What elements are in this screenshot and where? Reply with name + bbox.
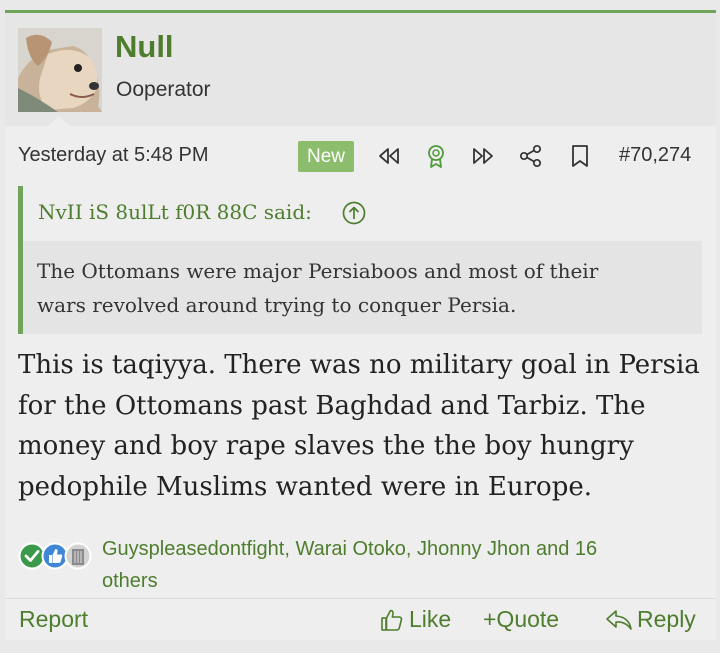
new-badge: New (298, 141, 354, 172)
avatar-notch (47, 116, 71, 127)
user-header: Null Ooperator (5, 13, 716, 127)
username[interactable]: Null (115, 29, 174, 65)
like-label: Like (409, 606, 452, 632)
fast-forward-icon[interactable] (470, 143, 496, 169)
reaction-users[interactable]: Guyspleasedontfight, Warai Otoko, Jhonny… (102, 533, 702, 597)
dog-avatar-icon (18, 28, 102, 112)
reactions-bar: Guyspleasedontfight, Warai Otoko, Jhonny… (17, 533, 707, 593)
like-button[interactable]: Like (379, 606, 451, 633)
message-line: money and boy rape slaves the the boy hu… (18, 431, 634, 461)
post-meta-bar: Yesterday at 5:48 PM New #70,274 (5, 135, 716, 175)
reply-button[interactable]: Reply (605, 606, 696, 633)
rewind-icon[interactable] (376, 143, 402, 169)
quote-body: The Ottomans were major Persiaboos and m… (23, 241, 702, 334)
message-line: pedophile Muslims wanted were in Europe. (18, 471, 592, 502)
reaction-users-line[interactable]: Guyspleasedontfight, Warai Otoko, Jhonny… (102, 533, 702, 565)
avatar[interactable] (18, 28, 102, 112)
quote-button[interactable]: +Quote (483, 606, 559, 633)
post-container: Null Ooperator Yesterday at 5:48 PM New … (5, 10, 716, 640)
agree-icon (18, 542, 46, 570)
report-button[interactable]: Report (19, 606, 88, 633)
message-line: This is taqiyya. There was no military g… (18, 350, 700, 380)
quote-text: The Ottomans were major Persiaboos and m… (37, 254, 687, 322)
thumbs-up-icon (381, 609, 403, 631)
bookmark-icon[interactable] (567, 143, 593, 169)
share-icon[interactable] (518, 143, 544, 169)
reply-arrow-icon (606, 609, 632, 630)
quote-author[interactable]: NvII iS 8ulLt f0R 88C said: (38, 200, 312, 224)
award-icon[interactable] (423, 143, 449, 169)
quote-label: +Quote (483, 606, 560, 632)
like-icon (41, 542, 69, 570)
quote-header: NvII iS 8ulLt f0R 88C said: (23, 186, 702, 236)
post-footer: Report Like +Quote Reply (5, 598, 716, 644)
reply-label: Reply (637, 606, 696, 632)
quote-line: wars revolved around trying to conquer P… (37, 293, 517, 317)
reaction-icons[interactable] (17, 538, 97, 574)
message-body: This is taqiyya. There was no military g… (18, 345, 708, 507)
jump-to-quote-icon[interactable] (341, 200, 367, 226)
reaction-users-line[interactable]: others (102, 565, 702, 597)
message-line: for the Ottomans past Baghdad and Tarbiz… (18, 390, 646, 421)
quote-line: The Ottomans were major Persiaboos and m… (37, 259, 599, 283)
post-date[interactable]: Yesterday at 5:48 PM (18, 144, 209, 167)
quote-block: NvII iS 8ulLt f0R 88C said: The Ottomans… (18, 186, 702, 334)
post-number[interactable]: #70,274 (619, 144, 691, 167)
trash-icon (64, 542, 92, 570)
user-title: Ooperator (116, 78, 211, 101)
